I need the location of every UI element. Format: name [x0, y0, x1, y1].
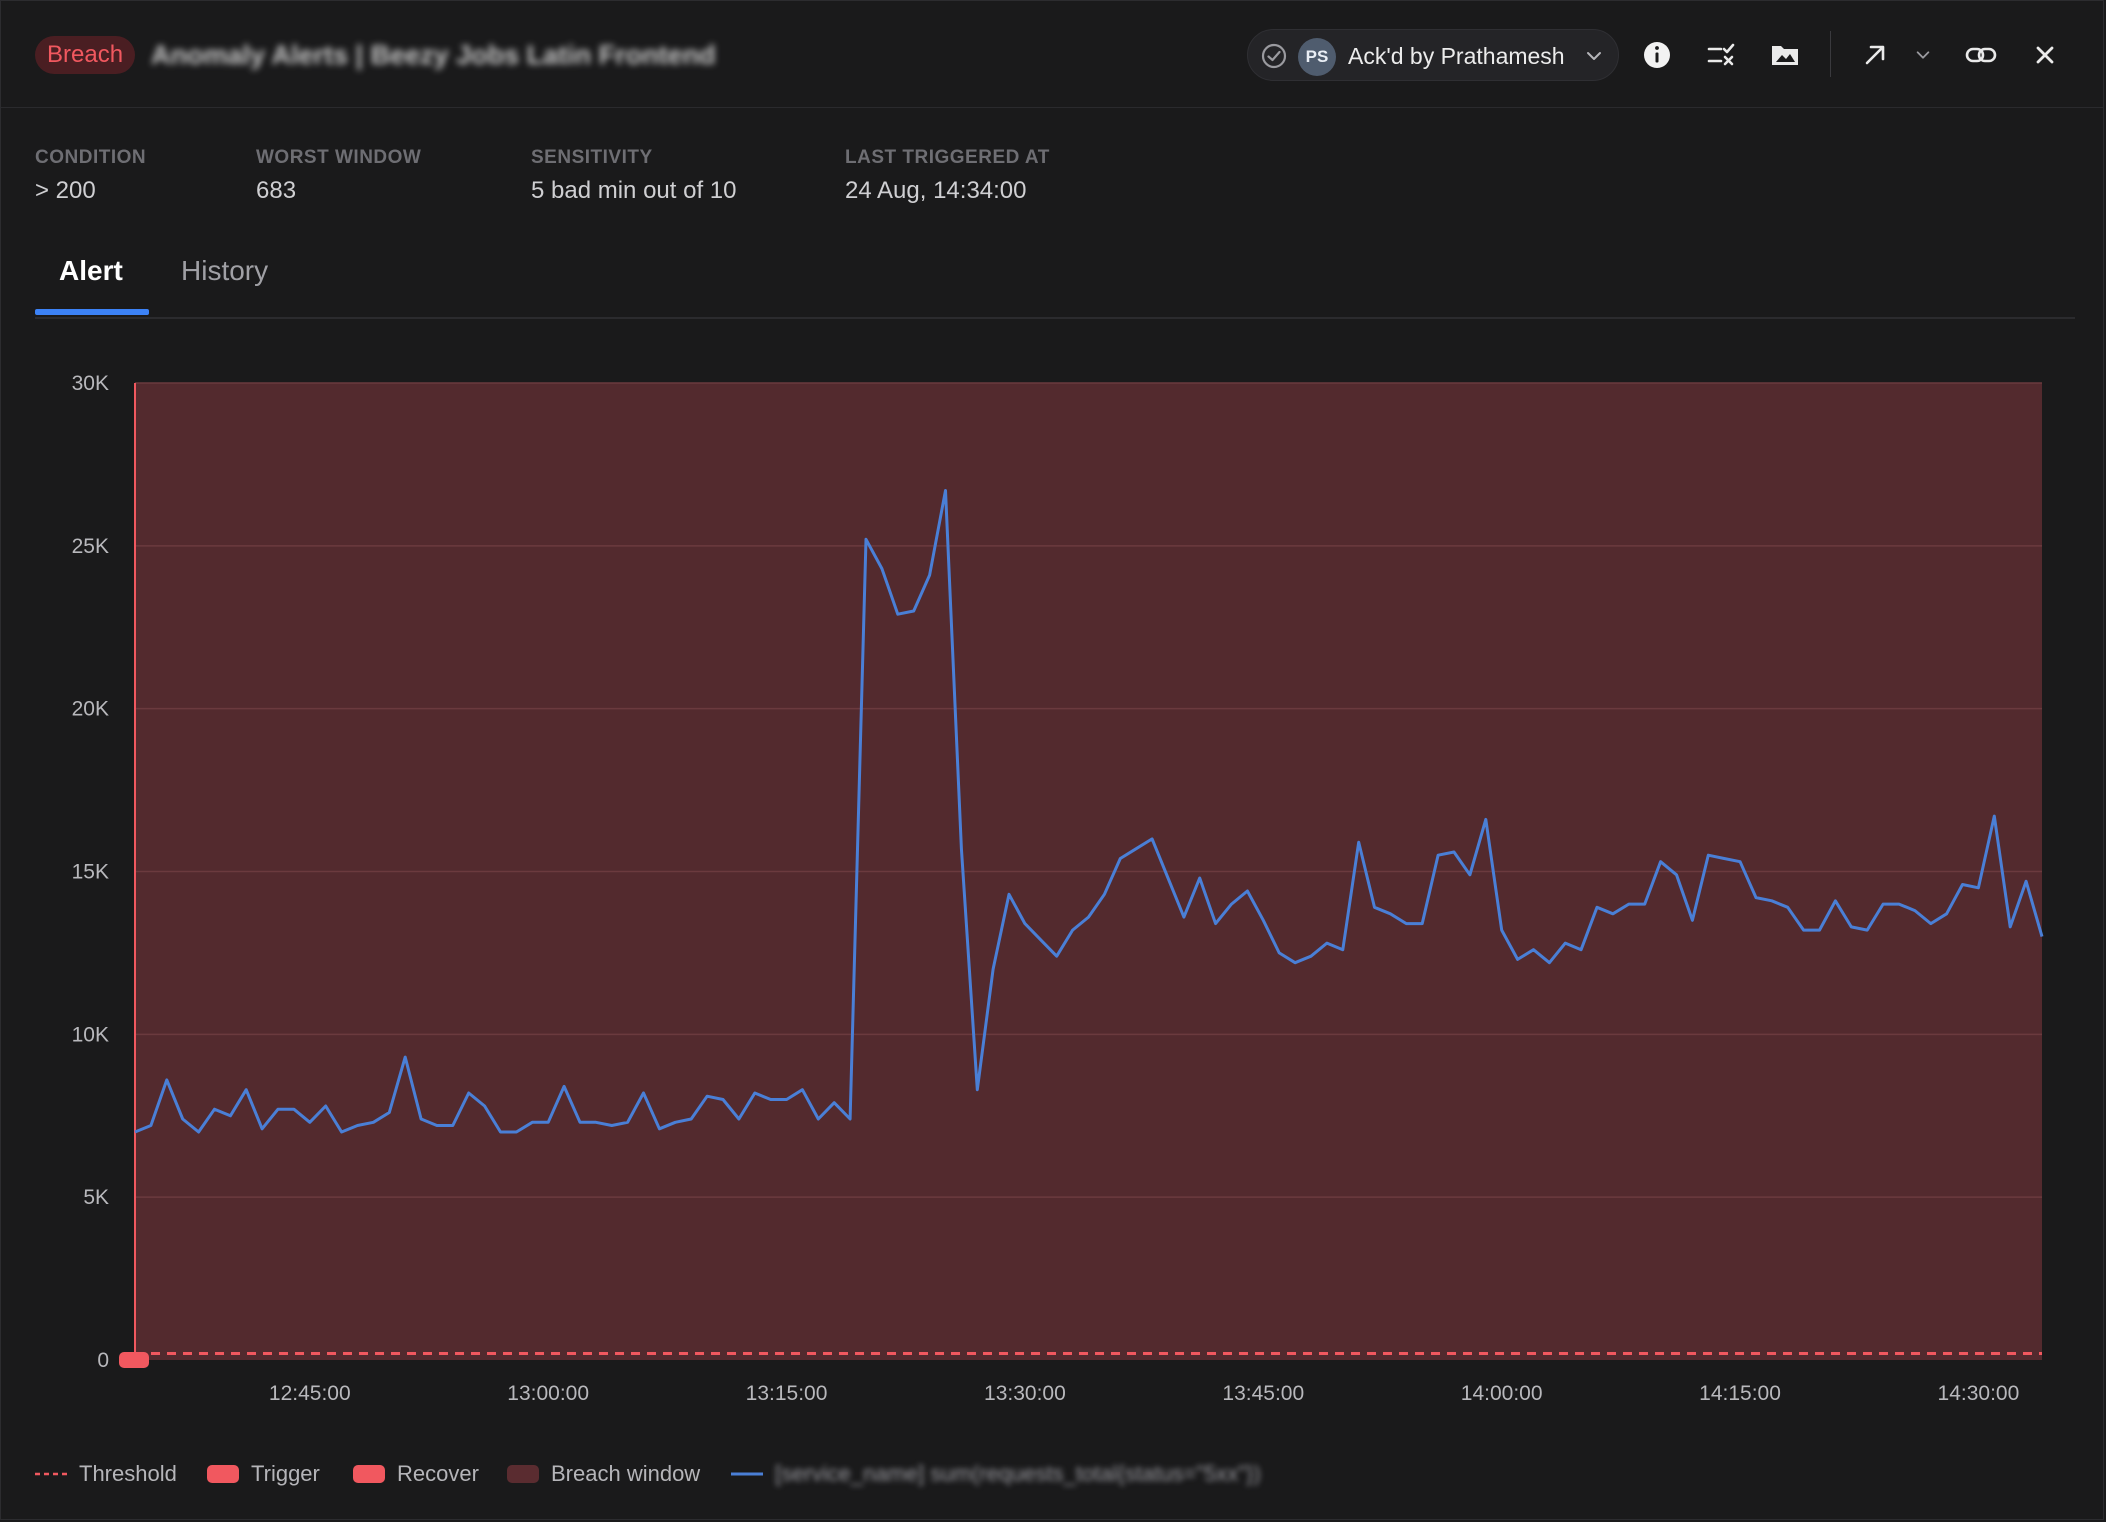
info-icon — [1644, 42, 1670, 68]
stat-sensitivity: SENSITIVITY 5 bad min out of 10 — [531, 147, 736, 205]
ack-label: Ack'd by Prathamesh — [1348, 43, 1565, 69]
active-tab-indicator — [35, 309, 149, 315]
legend-label: Threshold — [79, 1461, 177, 1486]
tab-history[interactable]: History — [181, 255, 268, 287]
legend-recover[interactable]: Recover — [351, 1456, 479, 1492]
y-tick-label: 5K — [83, 1186, 109, 1209]
stat-condition: CONDITION > 200 — [35, 147, 146, 205]
media-button[interactable] — [1765, 35, 1805, 75]
series-swatch — [731, 1472, 763, 1476]
chevron-down-icon — [1916, 51, 1930, 59]
x-tick-label: 13:30:00 — [984, 1382, 1066, 1405]
x-tick-label: 13:15:00 — [746, 1382, 828, 1405]
link-icon — [1965, 47, 1997, 63]
y-tick-label: 25K — [72, 535, 109, 558]
legend-series[interactable]: [service_name] sum(requests_total{status… — [729, 1456, 1261, 1492]
check-circle-icon — [1261, 43, 1287, 69]
stat-worst-window: WORST WINDOW 683 — [256, 147, 421, 205]
legend-label: Trigger — [251, 1461, 320, 1486]
tasks-button[interactable] — [1701, 35, 1741, 75]
y-tick-label: 20K — [72, 698, 109, 721]
legend-breach-window[interactable]: Breach window — [505, 1456, 700, 1492]
legend-label: [service_name] sum(requests_total{status… — [775, 1461, 1261, 1486]
external-link-icon — [1865, 45, 1885, 65]
copy-link-button[interactable] — [1961, 35, 2001, 75]
y-tick-label: 0 — [97, 1349, 109, 1372]
stat-label: SENSITIVITY — [531, 147, 653, 168]
tab-bar: Alert History — [35, 247, 2075, 319]
stat-value: 5 bad min out of 10 — [531, 177, 737, 204]
ack-dropdown[interactable]: PS Ack'd by Prathamesh — [1247, 29, 1619, 81]
close-icon — [2036, 46, 2054, 64]
close-button[interactable] — [2025, 35, 2065, 75]
header-divider — [1830, 31, 1831, 77]
x-tick-label: 13:45:00 — [1222, 1382, 1304, 1405]
stat-last-triggered: LAST TRIGGERED AT 24 Aug, 14:34:00 — [845, 147, 1050, 205]
avatar: PS — [1298, 38, 1336, 76]
stat-label: LAST TRIGGERED AT — [845, 147, 1050, 168]
chevron-down-icon — [1587, 52, 1601, 60]
legend-label: Breach window — [551, 1461, 701, 1486]
y-tick-label: 15K — [72, 861, 109, 884]
legend-threshold[interactable]: Threshold — [33, 1456, 177, 1492]
trigger-marker — [119, 1352, 149, 1368]
stat-value: 24 Aug, 14:34:00 — [845, 177, 1027, 204]
x-tick-label: 14:00:00 — [1461, 1382, 1543, 1405]
alert-title[interactable]: Anomaly Alerts | Beezy Jobs Latin Fronte… — [151, 33, 731, 77]
x-tick-label: 14:15:00 — [1699, 1382, 1781, 1405]
open-options-dropdown[interactable] — [1905, 35, 1941, 75]
y-tick-label: 30K — [72, 372, 109, 395]
info-button[interactable] — [1637, 35, 1677, 75]
legend-trigger[interactable]: Trigger — [205, 1456, 320, 1492]
stat-label: CONDITION — [35, 147, 147, 168]
threshold-swatch — [35, 1472, 67, 1476]
alert-chart[interactable]: 0 5K 10K 15K 20K 25K 30K 12:45:00 13:00:00 13:15:… — [1, 341, 2101, 1421]
stat-value: 683 — [256, 177, 297, 204]
stat-label: WORST WINDOW — [256, 147, 422, 168]
open-external-button[interactable] — [1855, 35, 1895, 75]
folder-image-icon — [1772, 46, 1798, 65]
stat-value: > 200 — [35, 177, 96, 204]
y-tick-label: 10K — [72, 1023, 109, 1046]
breach-window-swatch — [507, 1465, 539, 1483]
trigger-swatch — [207, 1465, 239, 1483]
legend-label: Recover — [397, 1461, 479, 1486]
list-check-icon — [1707, 43, 1735, 66]
status-badge: Breach — [35, 36, 136, 74]
x-tick-label: 12:45:00 — [269, 1382, 351, 1405]
x-tick-label: 14:30:00 — [1938, 1382, 2020, 1405]
recover-swatch — [353, 1465, 385, 1483]
header-bar: Breach Anomaly Alerts | Beezy Jobs Latin… — [1, 1, 2103, 108]
tab-alert[interactable]: Alert — [59, 255, 123, 287]
alert-detail-window: Breach Anomaly Alerts | Beezy Jobs Latin… — [0, 0, 2104, 1520]
x-tick-label: 13:00:00 — [507, 1382, 589, 1405]
